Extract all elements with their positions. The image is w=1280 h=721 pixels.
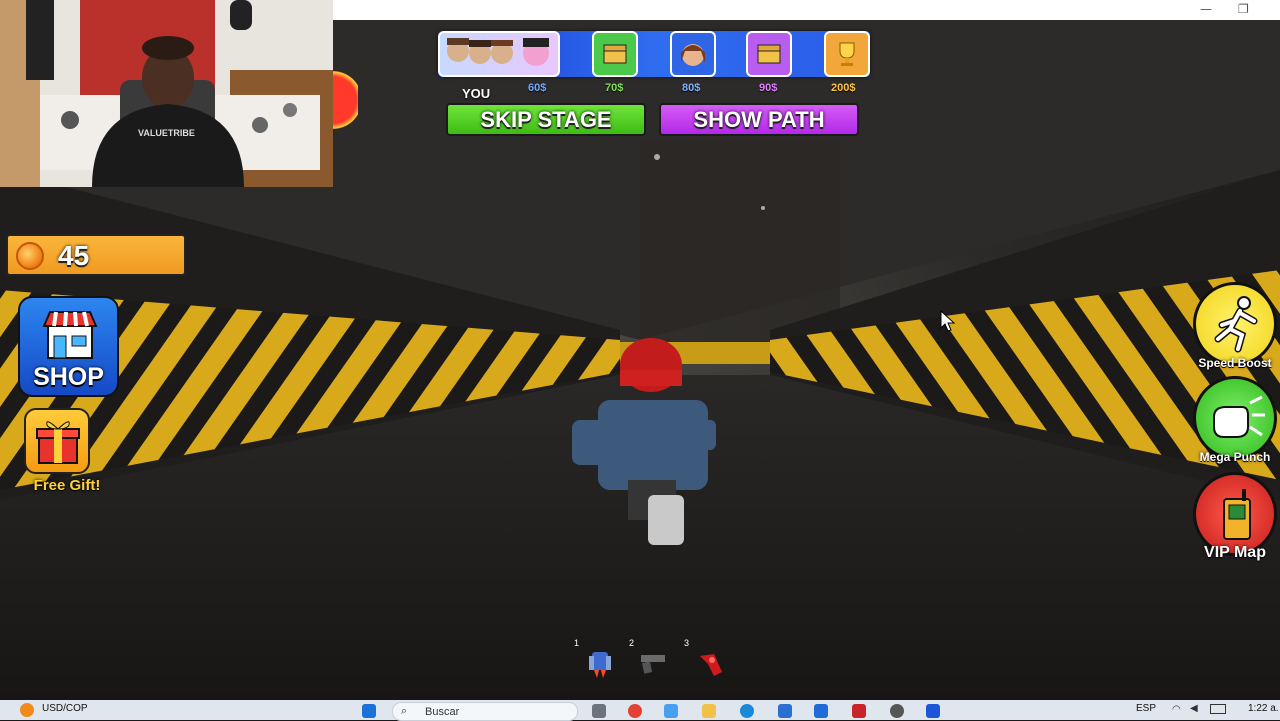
task-view-icon[interactable] <box>592 704 606 718</box>
store-icon[interactable] <box>778 704 792 718</box>
hotbar-slot-3[interactable]: 3 <box>682 636 732 684</box>
mega-punch-button[interactable] <box>1193 376 1277 460</box>
edge-icon[interactable] <box>740 704 754 718</box>
girl-avatar-icon <box>681 44 705 66</box>
battery-icon[interactable] <box>1210 704 1226 714</box>
ticker-name[interactable]: USD/COP <box>42 703 88 714</box>
stage-avatar <box>670 31 716 77</box>
red-weapon-icon <box>700 654 722 676</box>
editor-icon[interactable] <box>814 704 828 718</box>
player-avatars <box>438 31 560 77</box>
webcam-feed <box>0 0 333 187</box>
skip-stage-button[interactable]: SKIP STAGE <box>446 103 646 136</box>
mega-punch-label: Mega Punch <box>1199 450 1271 464</box>
price-80: 80$ <box>682 82 701 94</box>
trophy-icon <box>839 42 855 66</box>
taskbar-search[interactable]: ⌕ Buscar <box>392 702 578 721</box>
slot-number: 1 <box>574 638 580 648</box>
stage-chest-green <box>592 31 638 77</box>
walkie-talkie-icon <box>1223 489 1251 540</box>
clock[interactable]: 1:22 a. <box>1248 703 1279 714</box>
windows-start-icon[interactable] <box>362 704 376 718</box>
chrome-icon[interactable] <box>628 704 642 718</box>
coin-counter: 45 <box>6 234 186 276</box>
webcam-overlay: VALUETRIBE <box>0 0 333 187</box>
file-explorer-icon[interactable] <box>702 704 716 718</box>
language-indicator[interactable]: ESP <box>1136 703 1156 714</box>
price-200: 200$ <box>831 82 856 94</box>
speed-boost-button[interactable] <box>1193 282 1277 366</box>
coin-count: 45 <box>58 240 90 271</box>
free-gift-label: Free Gift! <box>33 477 101 494</box>
free-gift-button[interactable] <box>24 408 90 474</box>
you-label: YOU <box>462 86 491 101</box>
running-man-icon <box>1214 296 1258 353</box>
coin-icon <box>16 242 44 270</box>
hidden-badge-icon <box>333 60 358 140</box>
vip-map-label: VIP Map <box>1204 544 1266 561</box>
pistol-icon <box>641 655 665 674</box>
price-60: 60$ <box>528 82 547 94</box>
volume-icon[interactable]: ◀ <box>1190 703 1198 714</box>
hotbar-slot-1[interactable]: 1 <box>572 636 622 684</box>
maximize-icon[interactable]: ❐ <box>1238 2 1249 16</box>
speed-boost-label: Speed Boost <box>1198 356 1272 370</box>
copilot-icon[interactable] <box>664 704 678 718</box>
slot-number: 2 <box>629 638 635 648</box>
search-icon: ⌕ <box>401 704 408 717</box>
wifi-icon[interactable]: ◠ <box>1172 704 1181 715</box>
hotbar-slot-2[interactable]: 2 <box>627 636 677 684</box>
mouse-cursor-icon <box>940 310 956 332</box>
shop-button[interactable]: SHOP <box>18 296 119 397</box>
chest-icon <box>757 44 781 64</box>
ticker-icon <box>20 703 34 717</box>
jetpack-icon <box>589 652 611 678</box>
gift-icon <box>36 421 80 464</box>
shop-label: SHOP <box>33 363 104 391</box>
stage-chest-purple <box>746 31 792 77</box>
slot-number: 3 <box>684 638 690 648</box>
price-70: 70$ <box>605 82 624 94</box>
search-placeholder: Buscar <box>425 706 460 718</box>
roblox-icon[interactable] <box>926 704 940 718</box>
shirt-text: VALUETRIBE <box>138 128 195 138</box>
minimize-icon[interactable]: — <box>1200 2 1212 16</box>
players-avatar-icon <box>447 38 549 66</box>
windows-taskbar: USD/COP ⌕ Buscar ESP ◠ ◀ 1:22 a. <box>0 700 1280 721</box>
store-icon <box>42 311 98 359</box>
app-icon[interactable] <box>852 704 866 718</box>
price-90: 90$ <box>759 82 778 94</box>
show-path-button[interactable]: SHOW PATH <box>659 103 859 136</box>
punch-fist-icon <box>1213 395 1265 438</box>
stage-progress-bar <box>438 31 870 77</box>
stage-trophy <box>824 31 870 77</box>
settings-icon[interactable] <box>890 704 904 718</box>
chest-icon <box>603 44 627 64</box>
